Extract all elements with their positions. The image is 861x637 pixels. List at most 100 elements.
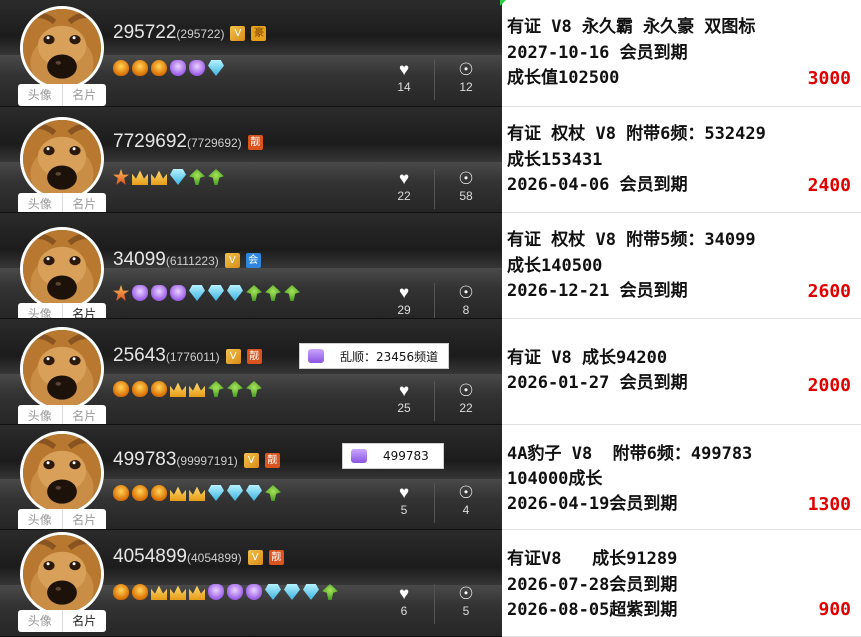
v-badge: V bbox=[224, 253, 240, 268]
user-id-number: 7729692 bbox=[113, 131, 187, 152]
listing-detail-line: 104000成长 bbox=[507, 469, 603, 489]
vip-badge: 豪 bbox=[251, 26, 267, 41]
channel-tooltip: 乱顺：23456频道 bbox=[299, 343, 449, 369]
listing-detail-line: 2026-04-19会员到期 bbox=[507, 494, 678, 514]
likes-stat[interactable]: ♥ 6 bbox=[384, 584, 424, 618]
stat-divider bbox=[434, 169, 435, 209]
avatar[interactable] bbox=[20, 532, 104, 616]
tab-card[interactable]: 名片 bbox=[61, 610, 107, 632]
leaf-icon bbox=[284, 285, 300, 301]
profile-card: 头像 名片 4054899(4054899) V 靓 ♥ 6 ☉ 5 bbox=[0, 530, 502, 637]
awards-stat[interactable]: ☉ 8 bbox=[446, 283, 486, 317]
awards-stat[interactable]: ☉ 5 bbox=[446, 584, 486, 618]
listing-row: 头像 名片 25643(1776011) V 靓 ♥ 25 ☉ 22 乱顺：2345… bbox=[0, 319, 861, 425]
likes-stat[interactable]: ♥ 25 bbox=[384, 381, 424, 415]
heart-icon: ♥ bbox=[398, 60, 410, 79]
price: 2400 bbox=[807, 175, 851, 196]
shield-icon bbox=[208, 584, 224, 600]
tab-card[interactable]: 名片 bbox=[61, 193, 107, 212]
avatar[interactable] bbox=[20, 431, 104, 515]
awards-count: 22 bbox=[459, 401, 473, 415]
stat-divider bbox=[434, 283, 435, 318]
tab-avatar[interactable]: 头像 bbox=[18, 509, 62, 529]
tab-avatar[interactable]: 头像 bbox=[18, 303, 62, 318]
awards-stat[interactable]: ☉ 4 bbox=[446, 483, 486, 517]
avatar[interactable] bbox=[20, 327, 104, 411]
user-sub-id: (7729692) bbox=[186, 136, 242, 150]
gold-crown-icon bbox=[151, 585, 167, 600]
leaf-icon bbox=[227, 381, 243, 397]
avatar[interactable] bbox=[20, 227, 104, 311]
user-id-number: 295722 bbox=[113, 22, 177, 43]
user-id: 295722(295722) V 豪 bbox=[113, 22, 267, 44]
likes-count: 6 bbox=[400, 604, 408, 618]
medal-icons bbox=[113, 381, 262, 397]
likes-stat[interactable]: ♥ 29 bbox=[384, 283, 424, 317]
user-id: 4054899(4054899) V 靓 bbox=[113, 546, 284, 568]
tab-card[interactable]: 名片 bbox=[61, 84, 107, 106]
diamond-icon bbox=[227, 285, 243, 301]
awards-stat[interactable]: ☉ 22 bbox=[446, 381, 486, 415]
profile-card: 头像 名片 7729692(7729692) 靓 ♥ 22 ☉ 58 bbox=[0, 107, 502, 213]
shield-icon bbox=[170, 285, 186, 301]
tab-avatar[interactable]: 头像 bbox=[18, 610, 62, 632]
listing-detail-line: 有证V8 成长91289 bbox=[507, 549, 678, 569]
profile-card: 头像 名片 34099(6111223) V 会 ♥ 29 ☉ 8 bbox=[0, 213, 502, 319]
star-badge-icon bbox=[113, 285, 129, 301]
dog-avatar-image bbox=[23, 9, 101, 87]
leaf-icon bbox=[265, 485, 281, 501]
user-id-number: 4054899 bbox=[113, 546, 187, 567]
channel-tooltip-text: 499783 bbox=[383, 449, 429, 463]
profile-card: 头像 名片 295722(295722) V 豪 ♥ 14 ☉ 12 bbox=[0, 0, 502, 107]
avatar-card-tabs: 头像 名片 bbox=[18, 610, 106, 632]
tab-card[interactable]: 名片 bbox=[61, 405, 107, 424]
tab-card[interactable]: 名片 bbox=[61, 303, 107, 318]
avatar[interactable] bbox=[20, 117, 104, 201]
medal-icons bbox=[113, 485, 281, 501]
awards-stat[interactable]: ☉ 12 bbox=[446, 60, 486, 94]
v-badge: V bbox=[247, 550, 263, 565]
likes-count: 25 bbox=[397, 401, 411, 415]
medal-icons bbox=[113, 60, 224, 76]
heart-icon: ♥ bbox=[398, 483, 410, 502]
diamond-icon bbox=[189, 285, 205, 301]
medal-icons bbox=[113, 285, 300, 301]
likes-stat[interactable]: ♥ 22 bbox=[384, 169, 424, 203]
avatar[interactable] bbox=[20, 6, 104, 90]
medal-icon: ☉ bbox=[458, 169, 474, 188]
crown-icon bbox=[113, 584, 129, 600]
listing-info: 有证 V8 成长94200 2026-01-27 会员到期 2000 bbox=[502, 319, 861, 425]
tab-avatar[interactable]: 头像 bbox=[18, 193, 62, 212]
v-badge: V bbox=[243, 453, 259, 468]
medal-icons bbox=[113, 584, 338, 600]
diamond-icon bbox=[170, 169, 186, 185]
shield-icon bbox=[132, 285, 148, 301]
user-id-number: 25643 bbox=[113, 345, 166, 366]
listing-info: 有证 V8 永久霸 永久豪 双图标 2027-10-16 会员到期 成长值10250… bbox=[502, 0, 861, 107]
gold-crown-icon bbox=[189, 486, 205, 501]
shield-icon bbox=[246, 584, 262, 600]
likes-stat[interactable]: ♥ 5 bbox=[384, 483, 424, 517]
medal-icon: ☉ bbox=[458, 60, 474, 79]
diamond-icon bbox=[208, 285, 224, 301]
tab-avatar[interactable]: 头像 bbox=[18, 405, 62, 424]
avatar-card-tabs: 头像 名片 bbox=[18, 405, 107, 424]
heart-icon: ♥ bbox=[398, 584, 410, 603]
dog-avatar-image bbox=[23, 230, 101, 308]
leaf-icon bbox=[246, 381, 262, 397]
liang-badge: 靓 bbox=[246, 349, 262, 364]
tab-avatar[interactable]: 头像 bbox=[18, 84, 62, 106]
shield-icon bbox=[189, 60, 205, 76]
dog-avatar-image bbox=[23, 434, 101, 512]
likes-count: 29 bbox=[397, 303, 411, 317]
leaf-icon bbox=[265, 285, 281, 301]
user-id: 25643(1776011) V 靓 bbox=[113, 345, 262, 367]
tab-card[interactable]: 名片 bbox=[61, 509, 107, 529]
awards-stat[interactable]: ☉ 58 bbox=[446, 169, 486, 203]
gold-crown-icon bbox=[151, 170, 167, 185]
heart-icon: ♥ bbox=[398, 381, 410, 400]
user-id: 7729692(7729692) 靓 bbox=[113, 131, 263, 153]
diamond-icon bbox=[246, 485, 262, 501]
likes-count: 14 bbox=[397, 80, 411, 94]
likes-stat[interactable]: ♥ 14 bbox=[384, 60, 424, 94]
